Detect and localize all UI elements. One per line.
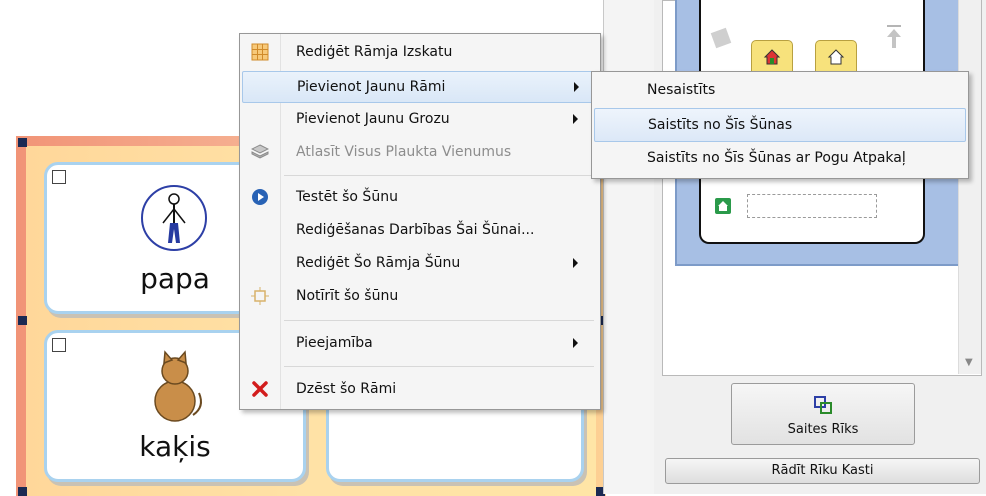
submenu-item-linked-with-back-button[interactable]: Saistīts no Šīs Šūnas ar Pogu Atpakaļ xyxy=(594,142,964,174)
link-tool-button[interactable]: Saites Rīks xyxy=(731,383,915,445)
menu-item-add-new-frame[interactable]: Pievienot Jaunu Rāmi xyxy=(242,71,598,103)
home-icon xyxy=(715,198,731,214)
menu-separator xyxy=(284,175,594,176)
menu-item-delete-frame[interactable]: Dzēst šo Rāmi xyxy=(242,374,596,404)
submenu-arrow-icon xyxy=(574,82,579,92)
submenu-arrow-icon xyxy=(573,338,578,348)
submenu-arrow-icon xyxy=(573,258,578,268)
menu-item-accessibility[interactable]: Pieejamība xyxy=(242,328,596,358)
delete-icon xyxy=(252,381,268,397)
menu-item-label: Rediģēt Šo Rāmja Šūnu xyxy=(296,255,461,271)
menu-item-test-cell[interactable]: Testēt šo Šūnu xyxy=(242,182,596,212)
menu-item-label: Rediģēt Rāmja Izskatu xyxy=(296,44,453,60)
cell-checkbox[interactable] xyxy=(52,338,66,352)
menu-item-label: Rediģēšanas Darbības Šai Šūnai... xyxy=(296,222,535,238)
submenu-item-label: Saistīts no Šīs Šūnas ar Pogu Atpakaļ xyxy=(647,150,906,166)
move-to-top-icon[interactable] xyxy=(885,24,903,50)
cell-word: kaķis xyxy=(139,430,211,463)
resize-handle-middle-left[interactable] xyxy=(18,316,27,325)
menu-item-edit-frame-cell[interactable]: Rediģēt Šo Rāmja Šūnu xyxy=(242,248,596,278)
menu-item-label: Notīrīt šo šūnu xyxy=(296,288,399,304)
grid-icon xyxy=(251,43,269,61)
menu-item-edit-cell-actions[interactable]: Rediģēšanas Darbības Šai Šūnai... xyxy=(242,215,596,245)
vertical-scrollbar[interactable]: ▼ xyxy=(958,0,981,374)
home-icon xyxy=(763,49,781,65)
house-outline-icon xyxy=(827,49,845,65)
play-icon xyxy=(252,189,268,205)
stack-icon xyxy=(251,144,269,159)
home-tab[interactable] xyxy=(815,40,857,74)
link-tool-icon xyxy=(814,396,832,414)
home-tab[interactable] xyxy=(751,40,793,74)
menu-item-clear-cell[interactable]: Notīrīt šo šūnu xyxy=(242,281,596,311)
cat-icon xyxy=(154,350,202,422)
submenu-item-label: Nesaistīts xyxy=(647,82,716,98)
text-placeholder xyxy=(747,194,877,218)
submenu-arrow-icon xyxy=(573,114,578,124)
resize-handle-top-left[interactable] xyxy=(18,138,27,147)
resize-handle-bottom-left[interactable] xyxy=(18,487,27,496)
submenu-item-linked-from-cell[interactable]: Saistīts no Šīs Šūnas xyxy=(594,108,966,142)
menu-separator xyxy=(284,366,594,367)
menu-item-label: Pievienot Jaunu Grozu xyxy=(296,111,450,127)
menu-item-label: Pievienot Jaunu Rāmi xyxy=(297,79,446,95)
menu-separator xyxy=(284,320,594,321)
clear-icon xyxy=(251,287,269,305)
menu-item-label: Dzēst šo Rāmi xyxy=(296,381,397,397)
show-toolbox-button[interactable]: Rādīt Rīku Kasti xyxy=(665,458,980,484)
context-menu: Rediģēt Rāmja Izskatu Pievienot Jaunu Rā… xyxy=(239,33,601,410)
menu-item-label: Atlasīt Visus Plaukta Vienumus xyxy=(296,144,512,160)
menu-item-select-all-shelf-items: Atlasīt Visus Plaukta Vienumus xyxy=(242,137,596,167)
menu-item-edit-frame-appearance[interactable]: Rediģēt Rāmja Izskatu xyxy=(242,37,596,67)
add-frame-submenu: Nesaistīts Saistīts no Šīs Šūnas Saistīt… xyxy=(591,71,969,179)
submenu-item-label: Saistīts no Šīs Šūnas xyxy=(648,117,793,133)
cell-checkbox[interactable] xyxy=(52,170,66,184)
menu-item-label: Pieejamība xyxy=(296,335,373,351)
person-icon xyxy=(141,185,207,251)
link-tool-label: Saites Rīks xyxy=(787,422,859,437)
edit-icon xyxy=(710,27,732,49)
menu-item-add-new-basket[interactable]: Pievienot Jaunu Grozu xyxy=(242,104,596,134)
menu-item-label: Testēt šo Šūnu xyxy=(296,189,398,205)
scroll-down-arrow-icon[interactable]: ▼ xyxy=(965,357,973,368)
submenu-item-unlinked[interactable]: Nesaistīts xyxy=(594,74,964,106)
